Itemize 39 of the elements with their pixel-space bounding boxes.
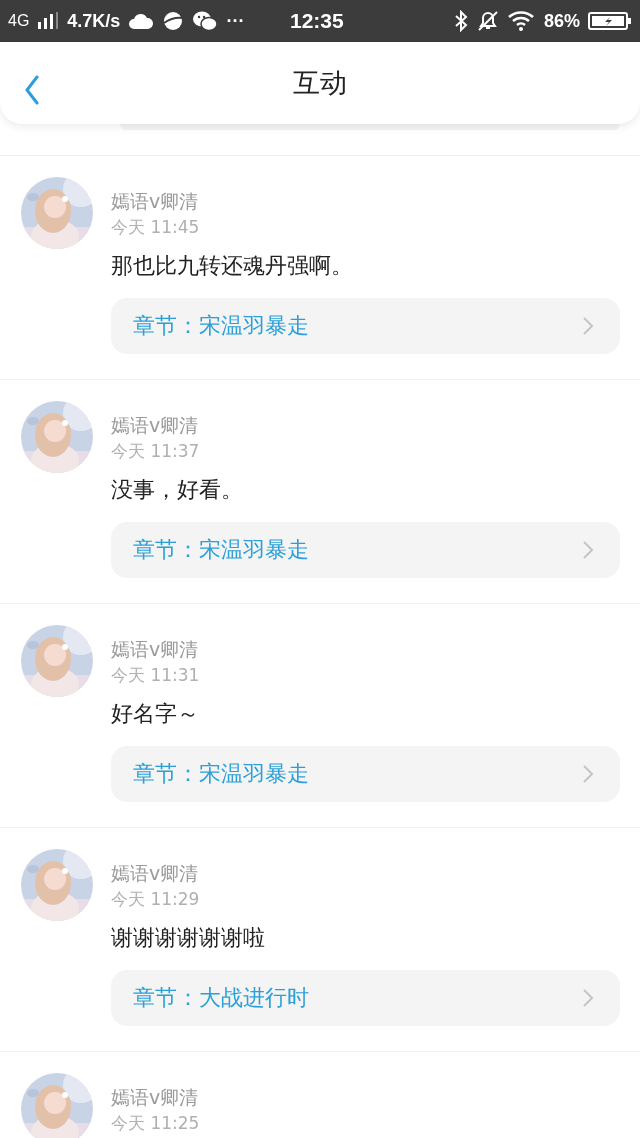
battery-icon xyxy=(588,11,632,31)
chevron-right-icon xyxy=(582,540,594,560)
chapter-title: 章节：大战进行时 xyxy=(133,984,309,1012)
comment-time: 今天 11:31 xyxy=(111,664,200,687)
chapter-title: 章节：宋温羽暴走 xyxy=(133,536,309,564)
comment-time: 今天 11:45 xyxy=(111,216,200,239)
more-notifications: ··· xyxy=(226,10,245,32)
network-speed: 4.7K/s xyxy=(67,10,121,32)
comment-time: 今天 11:37 xyxy=(111,440,200,463)
comment-text: 好名字～ xyxy=(111,700,199,728)
battery-percent: 86% xyxy=(543,10,580,32)
chapter-title: 章节：宋温羽暴走 xyxy=(133,312,309,340)
bluetooth-icon xyxy=(453,10,468,32)
chapter-link[interactable]: 章节：宋温羽暴走 xyxy=(111,746,620,802)
user-name: 嫣语v卿清 xyxy=(111,861,199,886)
user-name: 嫣语v卿清 xyxy=(111,189,199,214)
network-type: 4G xyxy=(8,12,30,30)
chapter-link[interactable]: 章节：宋温羽暴走 xyxy=(111,298,620,354)
user-name: 嫣语v卿清 xyxy=(111,637,199,662)
chevron-right-icon xyxy=(582,316,594,336)
wifi-icon xyxy=(507,11,536,31)
comment-time: 今天 11:25 xyxy=(111,1112,200,1135)
comment-text: 那也比九转还魂丹强啊。 xyxy=(111,252,353,280)
comment-text: 谢谢谢谢谢谢啦 xyxy=(111,924,265,952)
comment-text: 没事，好看。 xyxy=(111,476,243,504)
comment-time: 今天 11:29 xyxy=(111,888,200,911)
chevron-right-icon xyxy=(582,764,594,784)
chat-icon xyxy=(192,10,219,32)
chevron-right-icon xyxy=(582,988,594,1008)
chapter-link[interactable]: 章节：宋温羽暴走 xyxy=(111,522,620,578)
user-name: 嫣语v卿清 xyxy=(111,1085,199,1110)
planet-icon xyxy=(162,10,185,32)
user-name: 嫣语v卿清 xyxy=(111,413,199,438)
chapter-link[interactable]: 章节：大战进行时 xyxy=(111,970,620,1026)
page-title: 互动 xyxy=(293,66,347,100)
clock: 12:35 xyxy=(290,9,344,33)
signal-icon xyxy=(37,12,60,30)
cloud-icon xyxy=(128,12,155,30)
chapter-title: 章节：宋温羽暴走 xyxy=(133,760,309,788)
